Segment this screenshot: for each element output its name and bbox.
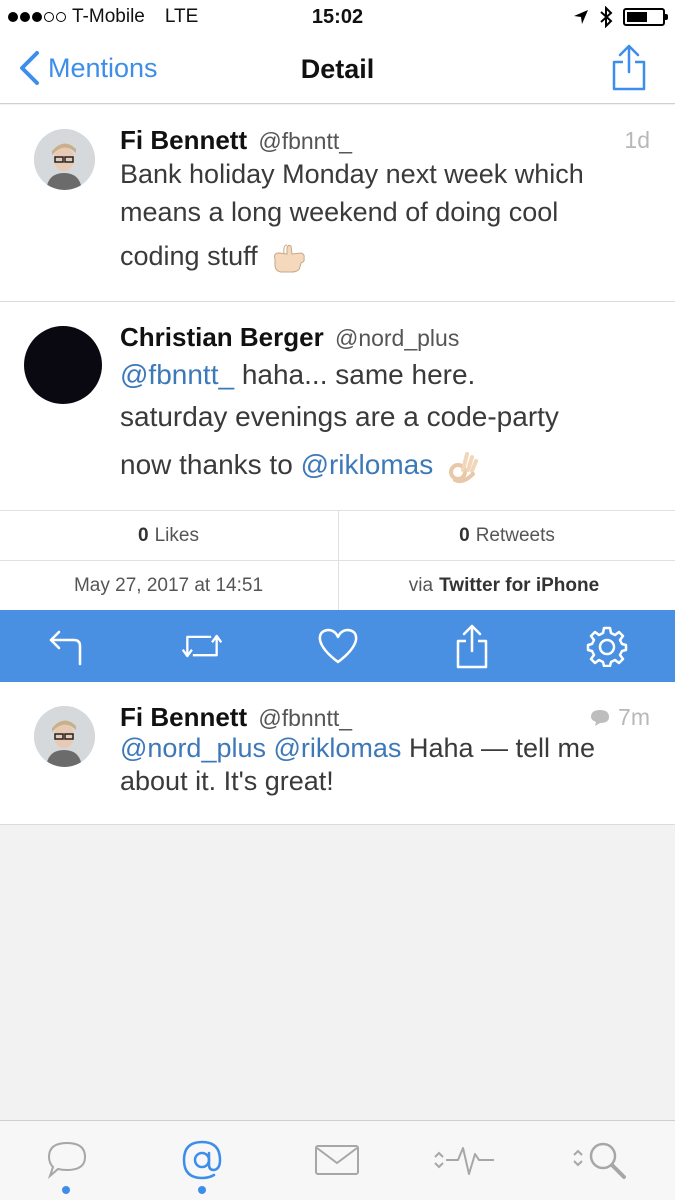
ok-hand-emoji-icon [449,451,479,483]
call-me-hand-emoji-icon [274,244,305,273]
status-bar: T-Mobile LTE 15:02 [0,0,675,36]
tweet-detail[interactable]: Christian Berger @nord_plus @fbnntt_ hah… [0,302,675,510]
tab-timeline[interactable] [37,1135,97,1185]
likes-number: 0 [138,525,149,546]
tweet-line: Haha — tell me [401,733,596,763]
author-name[interactable]: Fi Bennett [120,702,247,732]
tweet-timestamp: 7m [590,704,650,731]
tweet-text: @fbnntt_ haha... same here. saturday eve… [120,354,645,486]
avatar-photo [34,129,95,190]
tweet-header: Fi Bennett @fbnntt_ [120,702,352,733]
like-heart-icon [318,628,358,664]
tweet-stats: 0 Likes 0 Retweets May 27, 2017 at 14:51… [0,510,675,611]
author-handle[interactable]: @fbnntt_ [258,705,352,731]
location-arrow-icon [574,10,588,24]
author-handle[interactable]: @nord_plus [335,325,459,351]
bluetooth-icon [600,6,613,28]
tweet-action-bar [0,610,675,682]
tweet-text: Bank holiday Monday next week which mean… [120,155,645,275]
battery-icon [623,8,668,26]
tweet-line: saturday evenings are a code-party [120,401,559,432]
tweet-header: Fi Bennett @fbnntt_ [120,125,352,156]
retweet-button[interactable] [180,626,224,666]
tab-activity[interactable] [430,1135,498,1185]
activity-pulse-icon [434,1147,494,1175]
likes-count[interactable]: 0 Likes [0,511,337,561]
via-client: Twitter for iPhone [439,575,600,596]
page-title: Detail [300,54,375,84]
conversation-bubble-icon [591,709,610,726]
reply-button[interactable] [44,626,88,666]
stats-meta-row: May 27, 2017 at 14:51 via Twitter for iP… [0,560,675,611]
likes-label: Likes [154,525,199,546]
avatar[interactable] [34,706,95,767]
status-right [573,6,668,28]
avatar[interactable] [34,129,95,190]
retweets-number: 0 [459,525,470,546]
author-name[interactable]: Christian Berger [120,322,324,352]
mentions-at-icon [182,1140,222,1180]
retweets-count[interactable]: 0 Retweets [338,511,675,561]
tweet-line: means a long weekend of doing cool [120,197,559,227]
reply-time: 7m [618,704,650,730]
tweet-line: haha... same here. [234,359,476,390]
stats-counts-row: 0 Likes 0 Retweets [0,510,675,561]
timeline-bubble-icon [47,1141,87,1180]
author-handle[interactable]: @fbnntt_ [258,128,352,154]
avatar-photo [34,706,95,767]
navigation-bar: Mentions Detail [0,36,675,104]
mention-link[interactable]: @riklomas [301,449,434,480]
tweet-timestamp: 1d [624,127,650,153]
tweet-line: about it. It's great! [120,766,334,796]
tweet-date: May 27, 2017 at 14:51 [73,575,264,596]
tweet-original[interactable]: Fi Bennett @fbnntt_ 1d Bank holiday Mond… [0,105,675,302]
mention-link[interactable]: @nord_plus [120,733,266,763]
tweet-line: Bank holiday Monday next week which [120,159,584,189]
author-name[interactable]: Fi Bennett [120,125,247,155]
like-button[interactable] [316,626,360,666]
tab-active-indicator [198,1186,206,1194]
tweet-line: coding stuff [120,241,258,271]
tweet-settings-button[interactable] [585,626,629,667]
app-screen: T-Mobile LTE 15:02 Mentions Detail Fi Be… [0,0,675,1200]
tweet-reply[interactable]: Fi Bennett @fbnntt_ 7m @nord_plus @riklo… [0,682,675,825]
tab-mentions[interactable] [172,1135,232,1185]
retweets-label: Retweets [475,525,555,546]
tweet-source: via Twitter for iPhone [338,561,675,611]
settings-gear-icon [586,626,628,667]
messages-envelope-icon [315,1145,359,1175]
reply-icon [49,630,82,666]
share-icon [456,624,488,669]
share-button[interactable] [611,42,647,97]
mention-link[interactable]: @riklomas [274,733,402,763]
tab-unread-indicator [62,1186,70,1194]
mention-link[interactable]: @fbnntt_ [120,359,234,390]
tweet-line: now thanks to [120,449,301,480]
share-tweet-button[interactable] [450,624,494,669]
share-icon [612,44,646,91]
search-magnifier-icon [573,1142,626,1179]
via-prefix: via [408,575,434,596]
tab-bar [0,1120,675,1200]
tweet-header: Christian Berger @nord_plus [120,322,459,353]
tweet-text: @nord_plus @riklomas Haha — tell me abou… [120,732,645,798]
tab-search[interactable] [570,1135,632,1185]
retweet-icon [181,634,223,658]
avatar[interactable] [24,326,102,404]
tab-messages[interactable] [307,1135,367,1185]
